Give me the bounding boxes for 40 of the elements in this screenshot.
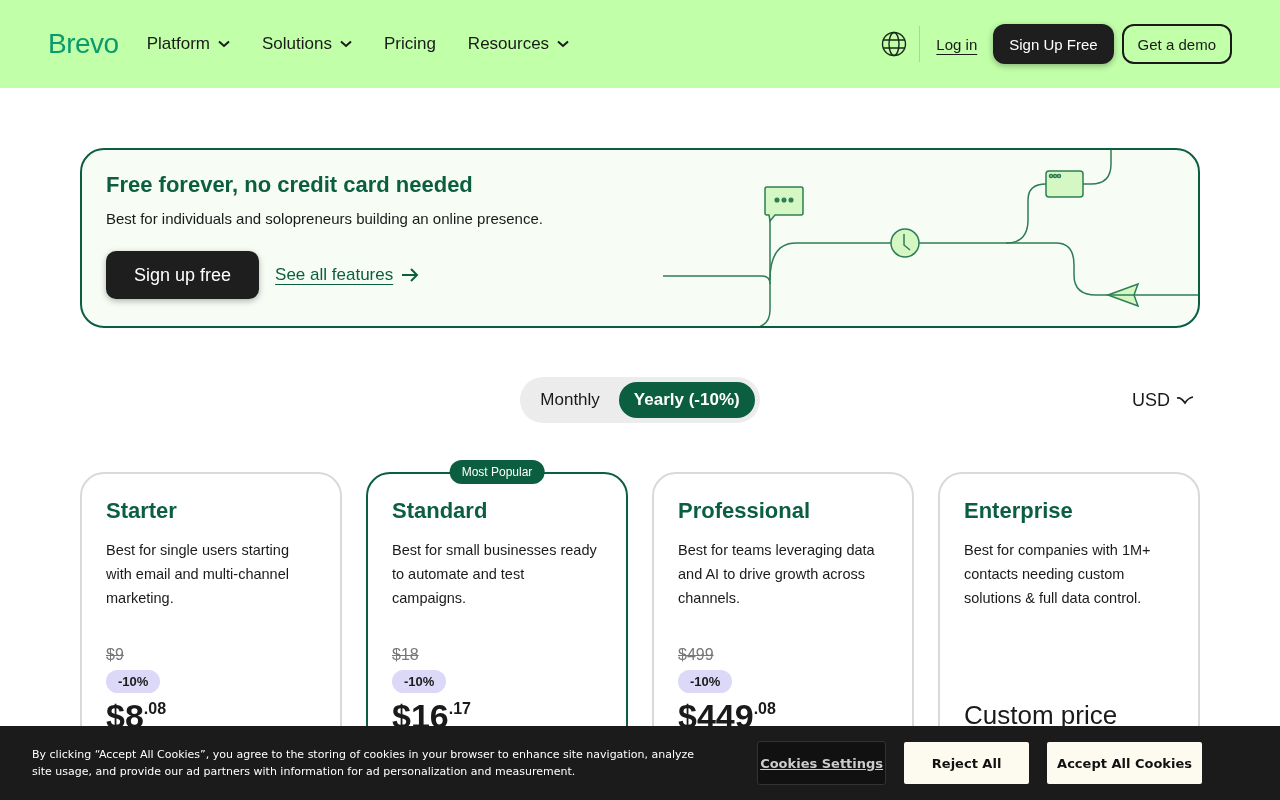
billing-option[interactable]: Yearly (-10%) [618,382,755,418]
popular-badge: Most Popular [449,460,545,484]
features-link[interactable]: See all features [275,265,394,285]
arrow-right-icon [401,268,420,282]
signup-button[interactable]: Sign Up Free [993,24,1114,64]
plan-description: Best for companies with 1M+ contacts needing custom solutions & full data control. [964,541,1152,608]
nav-link[interactable]: Resources [467,34,570,54]
caret-icon [557,40,570,48]
plan-description: Best for single users starting with email and multi-channel marketing. [106,541,290,608]
nav-link[interactable]: Pricing [383,34,436,54]
discount-badge: -10% [392,670,447,693]
cookie-settings-button[interactable]: Cookies Settings [757,741,887,785]
plan-description: Best for teams leveraging data and AI to drive growth across channels. [678,541,876,608]
cookie-notice: By clicking “Accept All Cookies”, you agree to the storing of cookies in your browser to enhance site navigation, analyze site usage, and provide our ad partners with information for ad personalization and measurement. [32,747,695,780]
discount-badge: -10% [678,670,733,693]
original-price: $18 [392,646,419,664]
hero-title: Free forever, no credit card needed [106,172,474,198]
plan-name: Enterprise [964,498,1073,524]
original-price: $499 [678,646,714,664]
plan-name: Starter [106,498,177,524]
hero-subtitle: Best for individuals and solopreneurs building an online presence. [106,210,543,227]
login-link[interactable]: Log in [936,35,978,53]
currency-select[interactable]: USD [1126,388,1200,412]
original-price: $9 [106,646,124,664]
billing-option[interactable]: Monthly [525,382,615,418]
signup-free-button[interactable]: Sign up free [106,251,260,299]
caret-icon [1176,395,1194,405]
reject-all-button[interactable]: Reject All [904,742,1030,784]
globe-icon[interactable] [881,31,908,57]
custom-price: Custom price [964,700,1118,731]
caret-icon [339,40,352,48]
plan-name: Standard [392,498,488,524]
demo-button[interactable]: Get a demo [1121,24,1232,64]
nav-link[interactable]: Solutions [261,34,352,54]
plan-name: Professional [678,498,811,524]
accept-all-button[interactable]: Accept All Cookies [1047,742,1202,784]
caret-icon [217,40,230,48]
plan-description: Best for small businesses ready to automate and test campaigns. [392,541,598,608]
discount-badge: -10% [106,670,161,693]
nav-link[interactable]: Platform [146,34,230,54]
